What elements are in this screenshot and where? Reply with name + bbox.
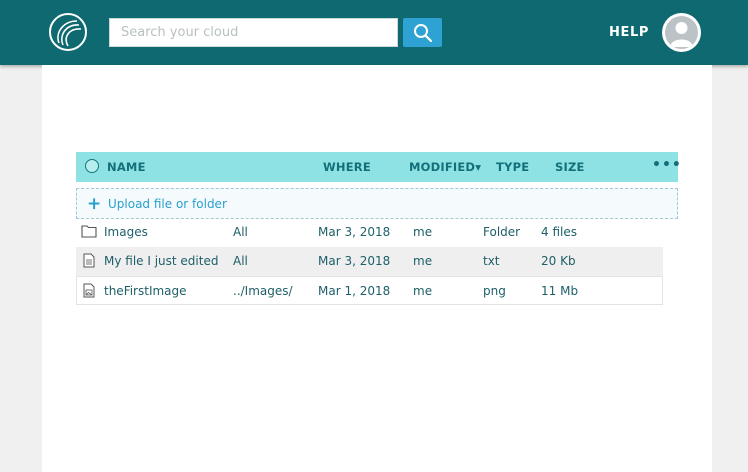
search-icon bbox=[414, 24, 433, 43]
sort-descending-icon: ▾ bbox=[475, 160, 482, 174]
column-header-where[interactable]: WHERE bbox=[323, 160, 371, 174]
top-bar: HELP bbox=[0, 0, 748, 65]
file-type: png bbox=[483, 284, 506, 298]
column-header-modified[interactable]: MODIFIED▾ bbox=[409, 160, 481, 174]
file-modified-by: me bbox=[413, 284, 433, 298]
more-options-icon[interactable]: ••• bbox=[652, 157, 682, 173]
cloud-logo-icon[interactable] bbox=[49, 13, 87, 51]
search-input[interactable] bbox=[109, 18, 398, 47]
column-header-size[interactable]: SIZE bbox=[555, 160, 585, 174]
file-type: txt bbox=[483, 254, 500, 268]
file-location: ../Images/ bbox=[233, 284, 293, 298]
search-button[interactable] bbox=[403, 18, 442, 47]
file-modified-by: me bbox=[413, 254, 433, 268]
file-location: All bbox=[233, 254, 248, 268]
file-modified-date: Mar 1, 2018 bbox=[318, 284, 391, 298]
file-size: 11 Mb bbox=[541, 284, 579, 298]
column-header-modified-label: MODIFIED bbox=[409, 160, 476, 174]
file-size: 4 files bbox=[541, 225, 577, 239]
file-name[interactable]: theFirstImage bbox=[104, 284, 187, 298]
file-modified-by: me bbox=[413, 225, 433, 239]
file-type: Folder bbox=[483, 225, 521, 239]
file-modified-date: Mar 3, 2018 bbox=[318, 254, 391, 268]
file-name[interactable]: My file I just edited bbox=[104, 254, 218, 268]
table-row[interactable]: My file I just edited All Mar 3, 2018 me… bbox=[76, 247, 663, 276]
user-icon bbox=[665, 16, 698, 49]
file-modified-date: Mar 3, 2018 bbox=[318, 225, 391, 239]
file-size: 20 Kb bbox=[541, 254, 576, 268]
table-row[interactable]: theFirstImage ../Images/ Mar 1, 2018 me … bbox=[76, 276, 663, 305]
file-location: All bbox=[233, 225, 248, 239]
column-header-name[interactable]: NAME bbox=[107, 160, 146, 174]
folder-icon bbox=[81, 225, 97, 238]
table-header: NAME WHERE MODIFIED▾ TYPE SIZE ••• bbox=[76, 152, 681, 182]
file-name[interactable]: Images bbox=[104, 225, 148, 239]
plus-icon: + bbox=[87, 194, 102, 214]
table-row[interactable]: Images All Mar 3, 2018 me Folder 4 files bbox=[76, 218, 663, 247]
document-icon bbox=[83, 253, 95, 268]
image-file-icon bbox=[83, 283, 95, 298]
upload-label: Upload file or folder bbox=[108, 197, 227, 211]
avatar[interactable] bbox=[662, 13, 701, 52]
select-all-checkbox[interactable] bbox=[85, 159, 99, 173]
upload-dropzone[interactable]: + Upload file or folder bbox=[76, 188, 678, 219]
help-link[interactable]: HELP bbox=[609, 25, 649, 40]
column-header-type[interactable]: TYPE bbox=[496, 160, 529, 174]
